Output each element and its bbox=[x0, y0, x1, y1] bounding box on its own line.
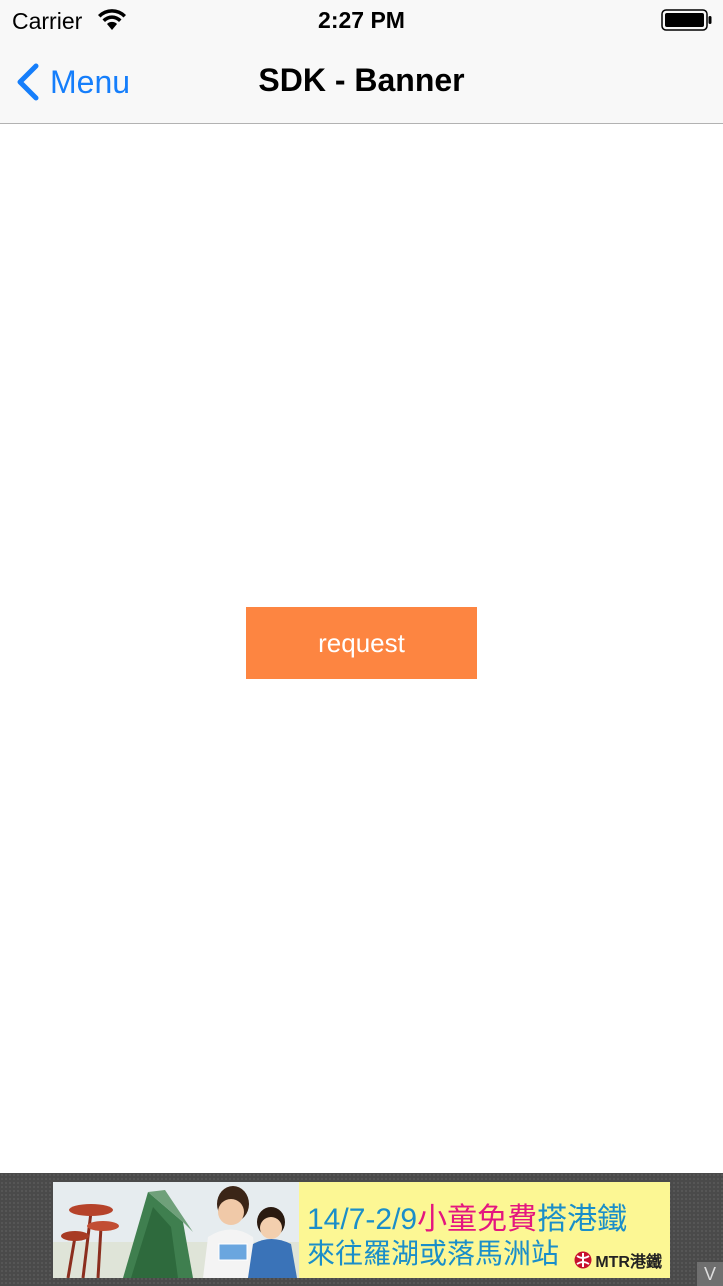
banner-text-panel: 14/7-2/9小童免費搭港鐵 來往羅湖或落馬洲站 MTR港鐵 bbox=[299, 1182, 670, 1278]
mtr-logo: MTR港鐵 bbox=[574, 1248, 662, 1272]
banner-ad[interactable]: 14/7-2/9小童免費搭港鐵 來往羅湖或落馬洲站 MTR港鐵 bbox=[53, 1182, 670, 1278]
page-title: SDK - Banner bbox=[258, 62, 465, 98]
clock: 2:27 PM bbox=[318, 7, 405, 33]
mtr-logo-icon bbox=[574, 1251, 592, 1269]
mtr-brand-text: MTR港鐵 bbox=[595, 1254, 662, 1271]
navigation-bar: Menu SDK - Banner bbox=[0, 40, 723, 124]
ad-info-button[interactable]: V bbox=[697, 1262, 723, 1286]
ad-container: 14/7-2/9小童免費搭港鐵 來往羅湖或落馬洲站 MTR港鐵 V bbox=[0, 1173, 723, 1286]
battery-icon bbox=[661, 9, 712, 31]
status-bar: Carrier 2:27 PM bbox=[0, 0, 723, 40]
request-button[interactable]: request bbox=[246, 607, 477, 679]
banner-subline: 來往羅湖或落馬洲站 bbox=[307, 1238, 560, 1269]
banner-photo bbox=[53, 1182, 299, 1278]
